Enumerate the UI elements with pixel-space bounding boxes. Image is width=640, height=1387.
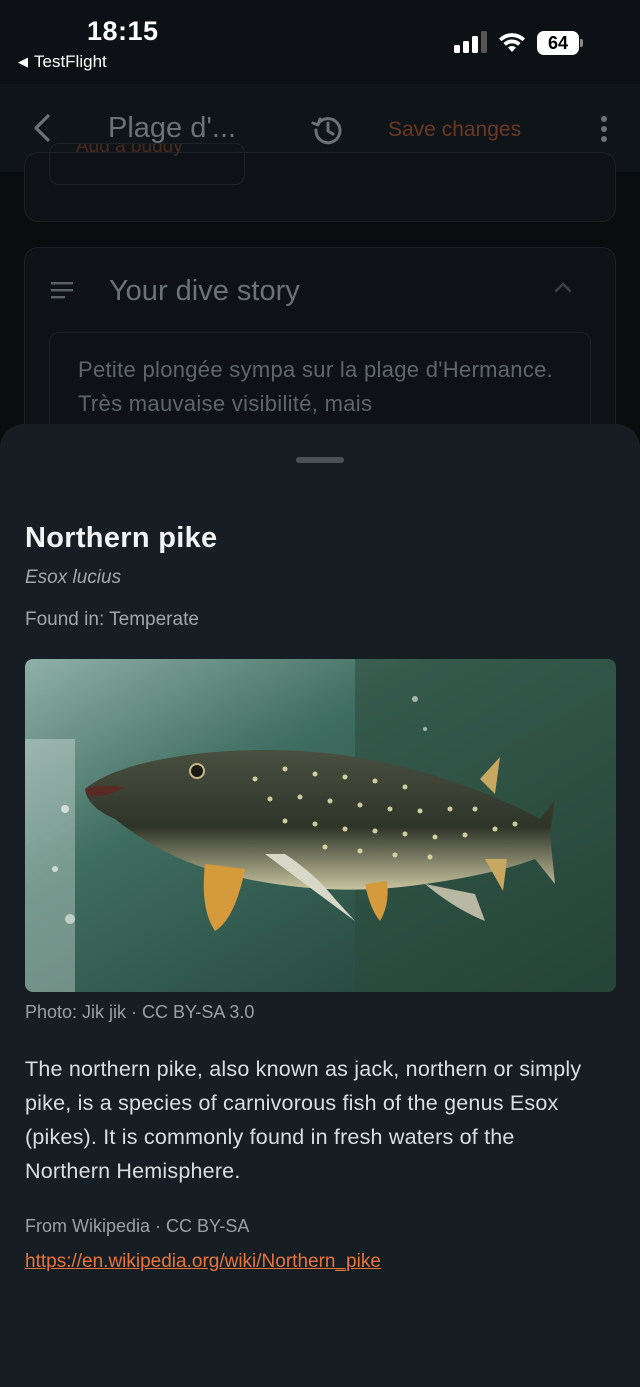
species-latin-name: Esox lucius [25, 567, 122, 588]
history-icon[interactable] [310, 112, 346, 148]
battery-nub [580, 39, 583, 47]
source-attribution: From Wikipedia · CC BY-SA [25, 1216, 250, 1236]
dive-story-title: Your dive story [109, 275, 300, 307]
back-app-label: TestFlight [34, 52, 107, 71]
chevron-up-icon[interactable] [553, 280, 573, 294]
background-content: Add a buddy Your dive story Petite plong… [0, 143, 640, 487]
species-photo [25, 659, 616, 992]
page-title: Plage d'... [108, 112, 237, 144]
back-triangle-icon: ◀ [18, 54, 28, 69]
species-bottom-sheet: Northern pike Esox lucius Found in: Temp… [0, 424, 640, 1387]
save-changes-button[interactable]: Save changes [388, 118, 521, 142]
sheet-drag-handle[interactable] [296, 457, 344, 463]
battery-level: 64 [537, 31, 579, 55]
species-description: The northern pike, also known as jack, n… [25, 1057, 582, 1183]
buddies-card: Add a buddy [24, 143, 616, 222]
photo-credit: Photo: Jik jik · CC BY-SA 3.0 [25, 1002, 255, 1022]
back-arrow-icon[interactable] [28, 110, 56, 146]
add-buddy-button[interactable]: Add a buddy [49, 143, 245, 185]
add-buddy-label: Add a buddy [76, 143, 183, 157]
wikipedia-link[interactable]: https://en.wikipedia.org/wiki/Northern_p… [25, 1251, 381, 1273]
species-habitat: Found in: Temperate [25, 609, 199, 630]
battery-indicator: 64 [537, 31, 583, 55]
back-to-app-link[interactable]: ◀ TestFlight [18, 52, 107, 72]
cellular-signal-icon [454, 31, 487, 53]
status-time: 18:15 [87, 16, 159, 46]
more-options-icon[interactable] [596, 114, 612, 144]
wifi-icon [499, 33, 525, 52]
screen: 18:15 ◀ TestFlight 64 Plage d'... Save c… [0, 0, 640, 1387]
notes-icon [51, 282, 73, 299]
species-name: Northern pike [25, 522, 218, 554]
status-bar: 18:15 ◀ TestFlight 64 [0, 0, 640, 84]
